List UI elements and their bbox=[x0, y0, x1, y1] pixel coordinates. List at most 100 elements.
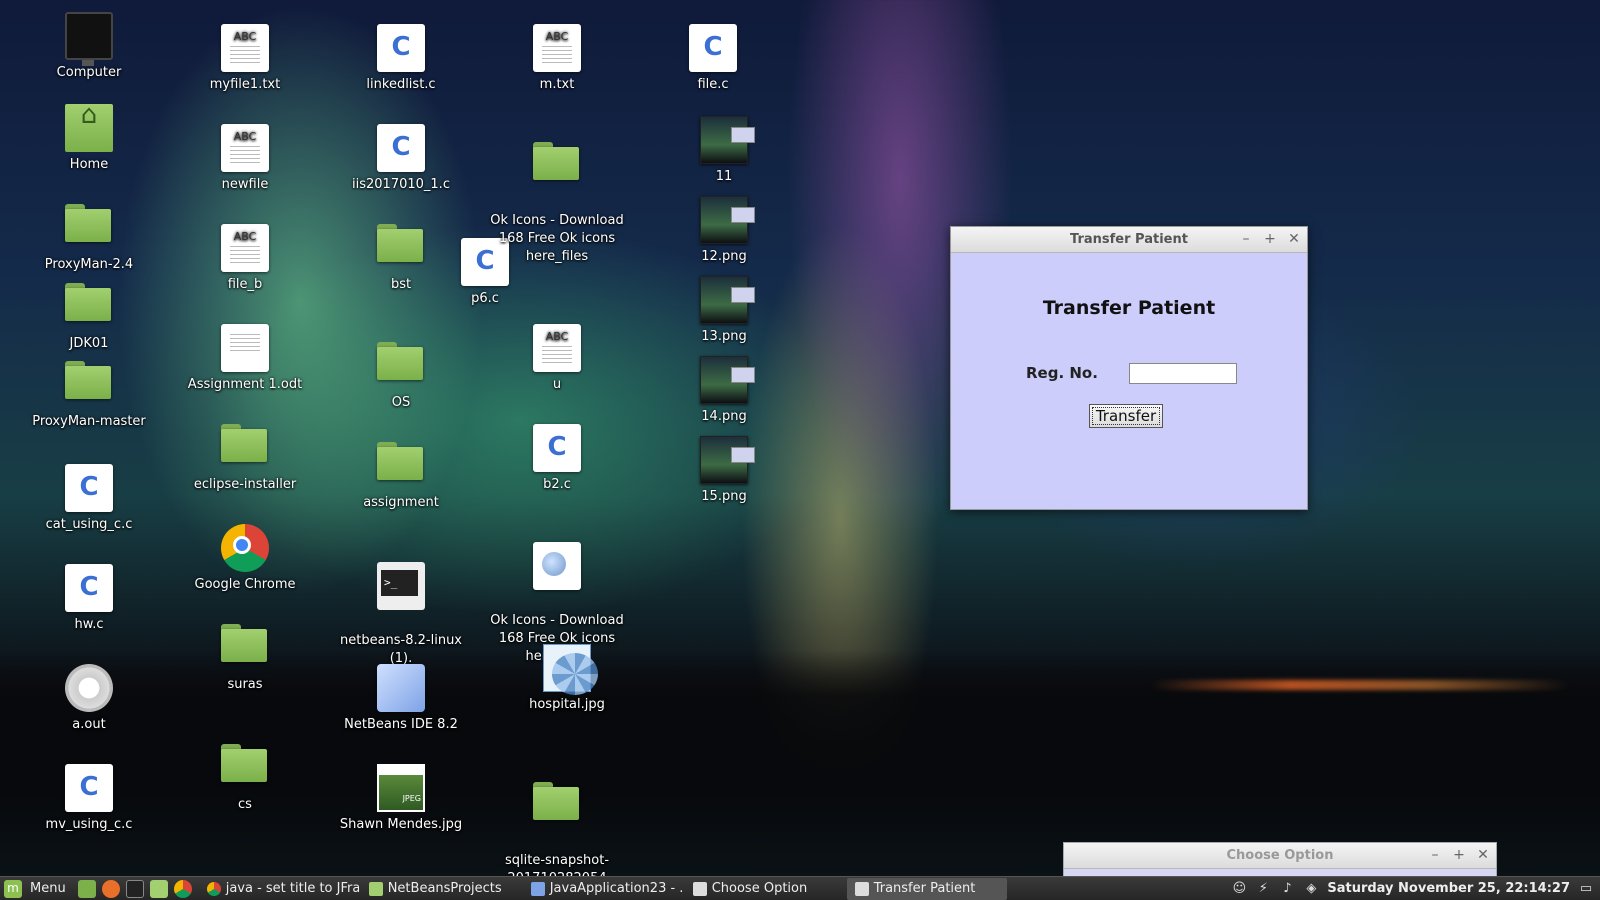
reg-no-input[interactable] bbox=[1129, 363, 1237, 384]
desktop-icon-shawn-mendes[interactable]: Shawn Mendes.jpg bbox=[331, 764, 471, 834]
desktop-icon-15-png[interactable]: 15.png bbox=[654, 436, 794, 506]
taskbar-item-netbeansprojects[interactable]: NetBeansProjects bbox=[361, 878, 521, 900]
desktop-icon-assignment[interactable]: assignment bbox=[331, 442, 471, 512]
desktop-icon-label: p6.c bbox=[471, 291, 499, 306]
close-icon[interactable]: ✕ bbox=[1474, 846, 1492, 864]
minimize-icon[interactable]: – bbox=[1426, 846, 1444, 864]
home-folder-icon bbox=[65, 104, 113, 152]
desktop-icon-computer[interactable]: Computer bbox=[19, 12, 159, 82]
desktop-icon-label: 11 bbox=[715, 169, 733, 184]
folder-icon bbox=[377, 342, 425, 390]
screenshot-thumbnail-icon bbox=[700, 436, 755, 484]
jpeg-icon bbox=[377, 764, 425, 812]
close-icon[interactable]: ✕ bbox=[1285, 230, 1303, 248]
desktop-icon-label: u bbox=[552, 377, 562, 392]
taskbar-item-javaapplication[interactable]: JavaApplication23 - ... bbox=[523, 878, 683, 900]
taskbar-item-choose-option[interactable]: Choose Option bbox=[685, 878, 845, 900]
desktop-icon-assignment-odt[interactable]: Assignment 1.odt bbox=[175, 324, 315, 394]
folder-icon bbox=[65, 204, 113, 252]
desktop-icon-label: file_b bbox=[227, 277, 263, 292]
maximize-icon[interactable]: + bbox=[1450, 846, 1468, 864]
desktop-icon-label: 13.png bbox=[701, 329, 747, 344]
terminal-icon[interactable] bbox=[125, 879, 144, 898]
folder-icon bbox=[65, 361, 113, 409]
desktop-icon-label: cat_using_c.c bbox=[45, 517, 133, 532]
desktop-icon-label: Shawn Mendes.jpg bbox=[339, 817, 463, 832]
desktop-icon-mv-using-c[interactable]: C mv_using_c.c bbox=[19, 764, 159, 834]
volume-icon[interactable]: ♪ bbox=[1279, 881, 1295, 897]
desktop-icon-u[interactable]: ABC u bbox=[487, 324, 627, 394]
desktop-icon-label: cs bbox=[238, 797, 252, 812]
desktop-icon-home[interactable]: Home bbox=[19, 104, 159, 174]
taskbar-item-label: java - set title to JFra... bbox=[225, 881, 359, 896]
desktop-icon-google-chrome[interactable]: Google Chrome bbox=[175, 524, 315, 594]
desktop-icon-label: iis2017010_1.c bbox=[352, 177, 450, 192]
desktop-icon-13-png[interactable]: 13.png bbox=[654, 276, 794, 346]
window-titlebar[interactable]: Transfer Patient – + ✕ bbox=[951, 227, 1307, 253]
user-icon[interactable]: ☺ bbox=[1231, 881, 1247, 897]
firefox-icon[interactable] bbox=[101, 879, 120, 898]
desktop-icon-suras[interactable]: suras bbox=[175, 624, 315, 694]
network-icon[interactable]: ⚡ bbox=[1255, 881, 1271, 897]
shield-icon[interactable]: ◈ bbox=[1303, 881, 1319, 897]
chrome-icon[interactable] bbox=[173, 879, 192, 898]
desktop-icon-ok-icons-files[interactable]: Ok Icons - Download 168 Free Ok icons he… bbox=[487, 124, 627, 284]
desktop-icon-label: Assignment 1.odt bbox=[187, 377, 303, 392]
desktop-icon-file-b[interactable]: ABC file_b bbox=[175, 224, 315, 294]
desktop-icon-cs[interactable]: cs bbox=[175, 744, 315, 814]
desktop-icon-m-txt[interactable]: ABC m.txt bbox=[487, 24, 627, 94]
mint-logo-icon bbox=[4, 879, 22, 898]
desktop-icon-hw-c[interactable]: C hw.c bbox=[19, 564, 159, 634]
show-desktop-icon[interactable] bbox=[77, 879, 96, 898]
chrome-icon bbox=[206, 881, 221, 896]
desktop-icon-b2[interactable]: C b2.c bbox=[487, 424, 627, 494]
desktop-icon-label: hw.c bbox=[74, 617, 104, 632]
desktop-icon-newfile[interactable]: ABC newfile bbox=[175, 124, 315, 194]
screenshot-thumbnail-icon bbox=[700, 276, 755, 324]
window-titlebar[interactable]: Choose Option – + ✕ bbox=[1064, 843, 1496, 869]
desktop-icon-file-c[interactable]: C file.c bbox=[643, 24, 783, 94]
reg-no-label: Reg. No. bbox=[1026, 364, 1098, 382]
desktop-icon-11[interactable]: 11 bbox=[654, 116, 794, 186]
show-desktop-icon[interactable]: ▭ bbox=[1578, 881, 1594, 897]
desktop-icon-label: 14.png bbox=[701, 409, 747, 424]
transfer-button[interactable]: Transfer bbox=[1089, 404, 1163, 428]
c-file-icon: C bbox=[689, 24, 737, 72]
desktop-icon-eclipse-installer[interactable]: eclipse-installer bbox=[175, 424, 315, 494]
folder-icon bbox=[221, 744, 269, 792]
desktop-icon-14-png[interactable]: 14.png bbox=[654, 356, 794, 426]
screenshot-thumbnail-icon bbox=[700, 196, 755, 244]
netbeans-icon bbox=[530, 881, 545, 896]
taskbar: Menu java - set title to JFra... NetBean… bbox=[0, 876, 1600, 900]
desktop-icon-label: 15.png bbox=[701, 489, 747, 504]
desktop-icon-proxyman-master[interactable]: ProxyMan-master bbox=[19, 361, 159, 431]
desktop-icon-iis2017010[interactable]: C iis2017010_1.c bbox=[331, 124, 471, 194]
desktop-icon-netbeans-ide[interactable]: NetBeans IDE 8.2 bbox=[331, 664, 471, 734]
desktop-icon-jdk01[interactable]: JDK01 bbox=[19, 283, 159, 353]
desktop-icon-12-png[interactable]: 12.png bbox=[654, 196, 794, 266]
desktop-icon-a-out[interactable]: a.out bbox=[19, 664, 159, 734]
menu-button[interactable]: Menu bbox=[0, 877, 72, 900]
folder-icon bbox=[221, 624, 269, 672]
desktop-icon-linkedlist[interactable]: C linkedlist.c bbox=[331, 24, 471, 94]
taskbar-item-chrome[interactable]: java - set title to JFra... bbox=[199, 878, 359, 900]
desktop-icon-label: a.out bbox=[72, 717, 106, 732]
desktop-icon-label: file.c bbox=[697, 77, 729, 92]
clock[interactable]: Saturday November 25, 22:14:27 bbox=[1327, 881, 1570, 896]
desktop-icon-hospital[interactable]: hospital.jpg bbox=[497, 644, 637, 714]
files-icon[interactable] bbox=[149, 879, 168, 898]
c-file-icon: C bbox=[533, 424, 581, 472]
desktop-icon-label: hospital.jpg bbox=[529, 697, 605, 712]
taskbar-item-label: Transfer Patient bbox=[873, 881, 976, 896]
desktop-icon-myfile1[interactable]: ABC myfile1.txt bbox=[175, 24, 315, 94]
wallpaper-lights bbox=[1150, 680, 1570, 690]
maximize-icon[interactable]: + bbox=[1261, 230, 1279, 248]
desktop-icon-proxyman-24[interactable]: ProxyMan-2.4 bbox=[19, 204, 159, 274]
desktop-icon-label: myfile1.txt bbox=[209, 77, 281, 92]
taskbar-item-transfer-patient[interactable]: Transfer Patient bbox=[846, 877, 1007, 900]
desktop-icon-cat-using-c[interactable]: C cat_using_c.c bbox=[19, 464, 159, 534]
desktop-icon-os[interactable]: OS bbox=[331, 342, 471, 412]
screenshot-thumbnail-icon bbox=[700, 116, 755, 164]
minimize-icon[interactable]: – bbox=[1237, 230, 1255, 248]
c-file-icon: C bbox=[65, 464, 113, 512]
